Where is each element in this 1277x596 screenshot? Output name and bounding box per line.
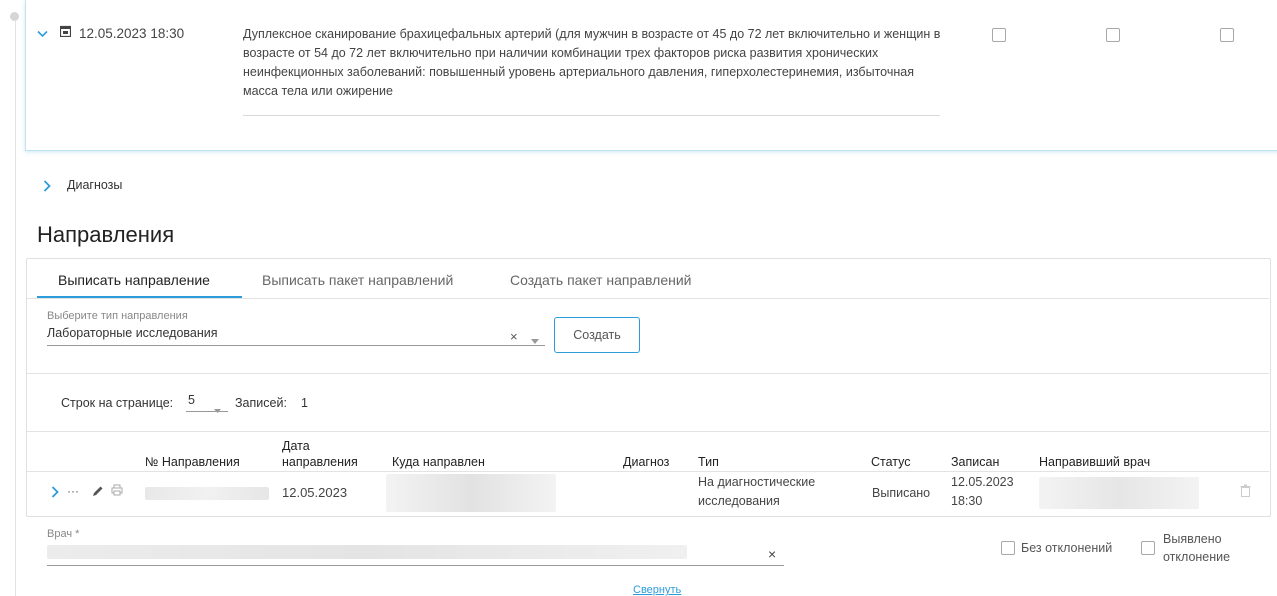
header-doctor: Направивший врач	[1039, 455, 1151, 469]
header-number: № Направления	[145, 455, 240, 469]
rows-per-page-underline	[186, 411, 228, 412]
chevron-right-icon[interactable]	[43, 180, 51, 195]
rows-per-page-label: Строк на странице:	[61, 396, 174, 410]
chevron-down-icon[interactable]	[37, 27, 48, 41]
timeline-line	[15, 20, 16, 596]
header-type: Тип	[698, 455, 719, 469]
section-title: Направления	[37, 222, 175, 247]
table-row[interactable]: ··· 12.05.2023 На диагностические исслед…	[27, 472, 1269, 514]
header-recorded: Записан	[951, 455, 1000, 469]
doctor-redacted	[1039, 477, 1199, 509]
event-description: Дуплексное сканирование брахицефальных а…	[243, 27, 941, 98]
row-date: 12.05.2023	[282, 485, 348, 500]
no-deviation-checkbox[interactable]	[1001, 541, 1015, 555]
description-underline	[243, 115, 940, 116]
header-diagnosis: Диагноз	[623, 455, 670, 469]
doctor-field-underline	[47, 565, 784, 566]
referral-number-redacted	[145, 487, 269, 500]
event-datetime: 12.05.2023 18:30	[79, 26, 185, 41]
records-label: Записей:	[235, 396, 287, 410]
rows-caret-icon[interactable]	[214, 401, 221, 416]
clear-icon[interactable]: ×	[510, 329, 518, 344]
rows-per-page-value[interactable]: 5	[188, 393, 195, 407]
deviation-found-checkbox[interactable]	[1141, 541, 1155, 555]
diagnoses-toggle[interactable]: Диагнозы	[67, 178, 122, 192]
type-select-label: Выберите тип направления	[47, 310, 188, 322]
header-status: Статус	[871, 455, 911, 469]
header-destination: Куда направлен	[392, 455, 485, 469]
edit-icon[interactable]	[92, 485, 104, 500]
event-checkbox-1[interactable]	[992, 28, 1006, 42]
trash-icon[interactable]	[1240, 484, 1251, 500]
calendar-icon	[59, 25, 72, 40]
doctor-field-label: Врач *	[47, 528, 80, 540]
create-button[interactable]: Создать	[554, 317, 640, 353]
no-deviation-label: Без отклонений	[1021, 541, 1113, 555]
row-expand-icon[interactable]	[51, 486, 59, 501]
form-divider	[27, 373, 1269, 374]
event-checkbox-3[interactable]	[1220, 28, 1234, 42]
tab-write-referral[interactable]: Выписать направление	[58, 272, 210, 288]
deviation-found-label: Выявлено отклонение	[1163, 532, 1231, 564]
tab-create-package[interactable]: Создать пакет направлений	[510, 272, 691, 288]
tabs-divider	[27, 298, 1269, 299]
row-status: Выписано	[872, 486, 931, 500]
destination-redacted	[386, 474, 556, 512]
table-top-divider	[27, 431, 1269, 432]
more-icon[interactable]: ···	[67, 484, 79, 498]
tab-write-package[interactable]: Выписать пакет направлений	[262, 272, 453, 288]
collapse-link[interactable]: Свернуть	[633, 584, 681, 596]
event-checkbox-2[interactable]	[1106, 28, 1120, 42]
doctor-field-redacted[interactable]	[47, 545, 687, 559]
type-select-value[interactable]: Лабораторные исследования	[47, 326, 218, 340]
header-date: Дата направления	[282, 439, 358, 469]
doctor-clear-icon[interactable]: ×	[768, 546, 776, 562]
row-type: На диагностические исследования	[698, 475, 816, 508]
records-count: 1	[301, 396, 308, 410]
print-icon[interactable]	[111, 484, 123, 499]
row-recorded: 12.05.2023 18:30	[951, 475, 1014, 508]
type-select-underline	[47, 345, 545, 346]
